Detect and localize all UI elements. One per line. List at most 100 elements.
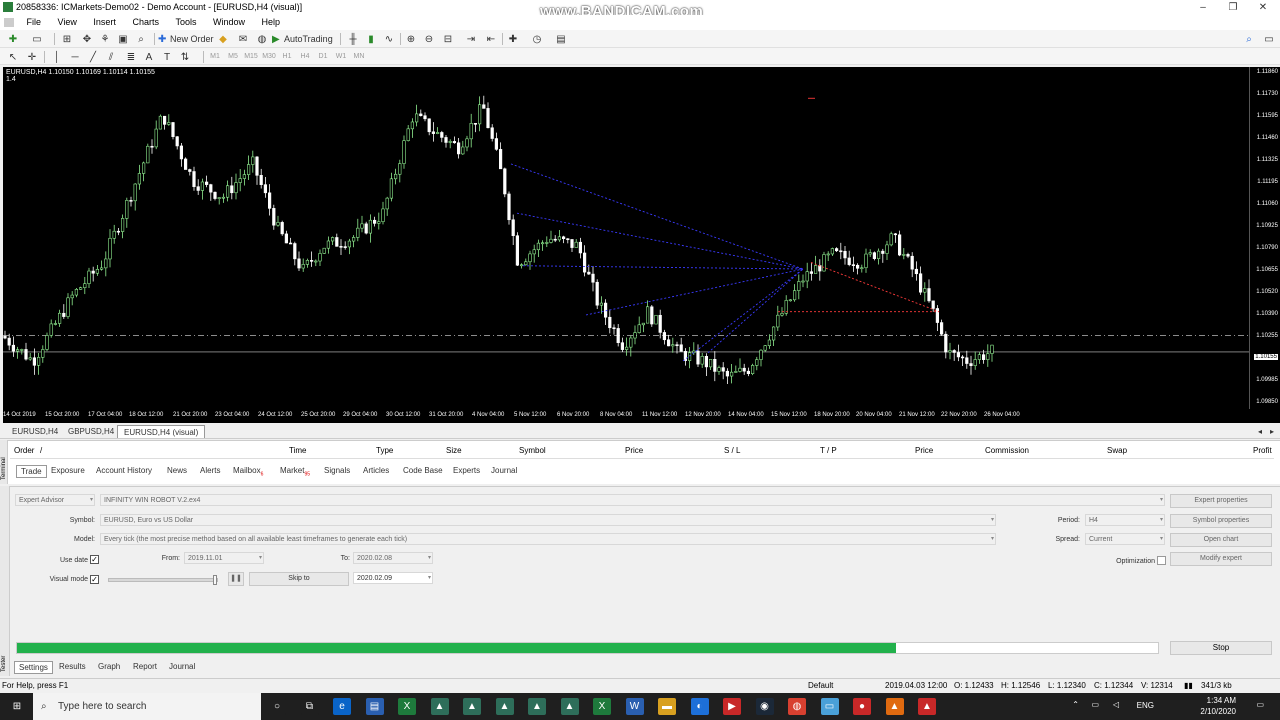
period-select[interactable]: H4 ▾ [1085, 514, 1165, 526]
metaeditor-icon[interactable]: ◆ [216, 32, 230, 46]
mt4-a-icon[interactable]: ▲ [430, 698, 449, 715]
terminal-tab-articles[interactable]: Articles [363, 466, 389, 475]
cortana-icon[interactable]: ○ [268, 698, 286, 715]
menu-charts[interactable]: Charts [125, 15, 166, 30]
column-header[interactable]: Profit [1253, 446, 1272, 455]
zoom-out-icon[interactable]: ⊖ [422, 32, 436, 46]
timeframe-m15[interactable]: M15 [244, 50, 258, 64]
modify-expert-button[interactable]: Modify expert [1170, 552, 1272, 566]
skip-to-date-field[interactable]: 2020.02.09 ▾ [353, 572, 433, 584]
data-window-icon[interactable]: ✥ [80, 32, 94, 46]
autotrading-button[interactable]: ▶ AutoTrading [272, 32, 334, 46]
search-icon[interactable]: ⌕ [1242, 32, 1256, 46]
terminal-tab-news[interactable]: News [167, 466, 187, 475]
terminal-scrollbar[interactable] [10, 458, 1274, 464]
column-header[interactable]: Price [915, 446, 933, 455]
column-header[interactable]: Time [289, 446, 306, 455]
terminal-tab-market[interactable]: Market95 [280, 466, 310, 478]
tester-icon[interactable]: ⌕ [134, 32, 148, 46]
column-header[interactable]: Order [14, 446, 34, 455]
column-header[interactable]: T / P [820, 446, 837, 455]
terminal-tab-mailbox[interactable]: Mailbox6 [233, 466, 263, 478]
vlc-icon[interactable]: ▲ [885, 698, 904, 715]
files-icon[interactable]: ▤ [365, 698, 384, 715]
type-select[interactable]: Expert Advisor ▾ [15, 494, 95, 506]
timeframe-d1[interactable]: D1 [316, 50, 330, 64]
use-date-checkbox[interactable]: ✓ [90, 555, 99, 564]
timeframe-h4[interactable]: H4 [298, 50, 312, 64]
terminal-tab-account-history[interactable]: Account History [96, 466, 152, 475]
new-order-button[interactable]: ✚ New Order [158, 32, 214, 46]
timeframe-m5[interactable]: M5 [226, 50, 240, 64]
spread-select[interactable]: Current ▾ [1085, 533, 1165, 545]
trendline-icon[interactable]: ╱ [86, 50, 100, 64]
tester-tab-results[interactable]: Results [59, 662, 86, 671]
column-header[interactable]: Type [376, 446, 393, 455]
tester-tab-graph[interactable]: Graph [98, 662, 120, 671]
steam-icon[interactable]: ◉ [755, 698, 774, 715]
pause-button[interactable]: ❚❚ [228, 572, 244, 586]
optimization-checkbox[interactable] [1157, 556, 1166, 565]
rec-icon[interactable]: ● [853, 698, 871, 715]
zoom-in-icon[interactable]: ⊕ [404, 32, 418, 46]
column-header[interactable]: / [40, 446, 42, 455]
stop-button[interactable]: Stop [1170, 641, 1272, 655]
channel-icon[interactable]: ⫽ [104, 50, 118, 64]
templates-icon[interactable]: ▤ [554, 32, 568, 46]
redapp-icon[interactable]: ▶ [723, 698, 741, 715]
chart-shift-icon[interactable]: ⇤ [484, 32, 498, 46]
symbol-properties-button[interactable]: Symbol properties [1170, 514, 1272, 528]
tester-tab-journal[interactable]: Journal [169, 662, 195, 671]
new-chart-icon[interactable]: ✚ [6, 32, 20, 46]
terminal-tab-alerts[interactable]: Alerts [200, 466, 220, 475]
timeframe-w1[interactable]: W1 [334, 50, 348, 64]
bar-chart-icon[interactable]: ╫ [346, 32, 360, 46]
visual-mode-checkbox[interactable]: ✓ [90, 575, 99, 584]
column-header[interactable]: S / L [724, 446, 740, 455]
label-tool-icon[interactable]: T [160, 50, 174, 64]
navigator-icon[interactable]: ⚘ [98, 32, 112, 46]
network-icon[interactable]: ▭ [1091, 700, 1099, 709]
close-button[interactable]: ✕ [1248, 0, 1278, 15]
open-chart-button[interactable]: Open chart [1170, 533, 1272, 547]
profiles-icon[interactable]: ▭ [30, 32, 44, 46]
symbol-select[interactable]: EURUSD, Euro vs US Dollar ▾ [100, 514, 996, 526]
edge-icon[interactable]: e [333, 698, 351, 715]
terminal-tab-exposure[interactable]: Exposure [51, 466, 85, 475]
tester-tab-settings[interactable]: Settings [14, 661, 53, 674]
indicators-icon[interactable]: ✚ [506, 32, 520, 46]
menu-view[interactable]: View [51, 15, 84, 30]
tray-chevron-icon[interactable]: ⌃ [1072, 700, 1079, 709]
clock[interactable]: 1:34 AM 2/10/2020 [1200, 695, 1236, 717]
excel-2-icon[interactable]: X [593, 698, 611, 715]
periods-icon[interactable]: ◷ [530, 32, 544, 46]
expert-properties-button[interactable]: Expert properties [1170, 494, 1272, 508]
timeframe-m30[interactable]: M30 [262, 50, 276, 64]
timeframe-h1[interactable]: H1 [280, 50, 294, 64]
minimize-button[interactable]: – [1188, 0, 1218, 15]
fibonacci-icon[interactable]: ≣ [124, 50, 138, 64]
chart-tab-eurusd[interactable]: EURUSD,H4 [6, 425, 64, 438]
column-header[interactable]: Swap [1107, 446, 1127, 455]
notifications-icon[interactable]: ▭ [1256, 700, 1264, 709]
autoscroll-icon[interactable]: ⇥ [464, 32, 478, 46]
column-header[interactable]: Size [446, 446, 462, 455]
candlestick-icon[interactable]: ▮ [364, 32, 378, 46]
crosshair-icon[interactable]: ✛ [25, 50, 39, 64]
model-select[interactable]: Every tick (the most precise method base… [100, 533, 996, 545]
timeframe-m1[interactable]: M1 [208, 50, 222, 64]
column-header[interactable]: Price [625, 446, 643, 455]
mt4-d-icon[interactable]: ▲ [528, 698, 546, 715]
horizontal-line-icon[interactable]: ─ [68, 50, 82, 64]
column-header[interactable]: Commission [985, 446, 1029, 455]
from-date-field[interactable]: 2019.11.01 ▾ [184, 552, 264, 564]
signals-icon[interactable]: ◍ [255, 32, 269, 46]
terminal-tab-journal[interactable]: Journal [491, 466, 517, 475]
volume-icon[interactable]: ◁ [1113, 700, 1119, 709]
tester-tab-report[interactable]: Report [133, 662, 157, 671]
terminal-tab-experts[interactable]: Experts [453, 466, 480, 475]
terminal-tab-signals[interactable]: Signals [324, 466, 350, 475]
text-tool-icon[interactable]: A [142, 50, 156, 64]
cursor-icon[interactable]: ↖ [6, 50, 20, 64]
chat-icon[interactable]: ▭ [1262, 32, 1276, 46]
